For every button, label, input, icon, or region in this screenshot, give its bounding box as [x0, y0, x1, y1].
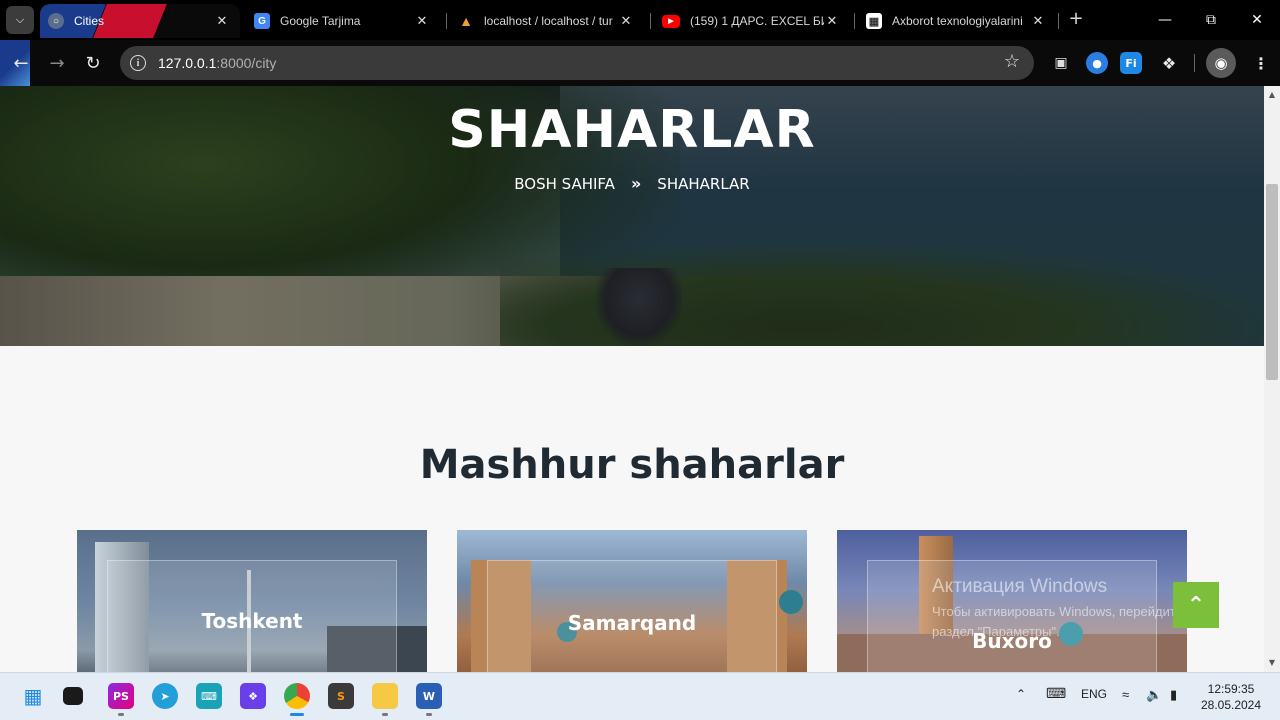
tab-search-button[interactable]: ⌵ [6, 6, 34, 34]
language-indicator[interactable]: ENG [1081, 687, 1107, 701]
chrome-icon[interactable] [284, 683, 310, 709]
city-card-toshkent[interactable]: Toshkent [77, 530, 427, 672]
windows-taskbar: ▦ PS ➤ ⌨ ❖ S W ⌃ ⌨ ENG ≈ 🔈 ▮ 12:59:35 28… [0, 672, 1280, 720]
tab-google-tarjima[interactable]: G Google Tarjima ✕ [244, 4, 440, 38]
hero-banner: SHAHARLAR BOSH SAHIFA » SHAHARLAR [0, 86, 1264, 346]
tab-axborot[interactable]: ▦ Axborot texnologiyalarini ✕ [856, 4, 1056, 38]
tab-cities[interactable]: ○ Cities ✕ [40, 4, 240, 38]
google-translate-icon: G [254, 13, 270, 29]
keyboard-icon[interactable]: ⌨ [1046, 685, 1066, 702]
scroll-up-arrow-icon[interactable]: ▲ [1267, 90, 1277, 99]
window-close-button[interactable]: ✕ [1234, 0, 1280, 40]
breadcrumb: BOSH SAHIFA » SHAHARLAR [0, 174, 1264, 193]
bookmark-star-icon[interactable]: ☆ [1004, 51, 1020, 72]
vscode-like-icon[interactable]: ❖ [240, 683, 266, 709]
tab-separator [1058, 13, 1059, 29]
volume-icon[interactable]: 🔈 [1146, 687, 1162, 703]
scrollbar-thumb[interactable] [1266, 184, 1278, 380]
wifi-icon[interactable]: ≈ [1122, 687, 1129, 702]
city-label-box: Toshkent [107, 560, 397, 672]
sublime-text-icon[interactable]: S [328, 683, 354, 709]
tab-separator [446, 13, 447, 29]
windows-start-icon[interactable]: ▦ [20, 683, 46, 709]
browser-tab-strip: ⌵ ○ Cities ✕ G Google Tarjima ✕ ▲ localh… [0, 0, 1280, 40]
menu-kebab-icon[interactable]: ⋮ [1250, 52, 1272, 74]
system-clock[interactable]: 12:59:35 28.05.2024 [1198, 681, 1264, 713]
url-path: :8000/city [216, 55, 277, 71]
back-button[interactable]: ← [8, 50, 34, 76]
word-icon[interactable]: W [416, 683, 442, 709]
telegram-icon[interactable]: ➤ [152, 683, 178, 709]
chevron-up-icon[interactable]: ⌃ [1016, 687, 1026, 701]
fi-extension-icon[interactable]: Fi [1120, 52, 1142, 74]
tab-youtube[interactable]: ▶ (159) 1 ДАРС. EXCEL БИЛ ✕ [652, 4, 850, 38]
tab-separator [650, 13, 651, 29]
city-card-samarqand[interactable]: Samarqand [457, 530, 807, 672]
page-title: SHAHARLAR [448, 100, 816, 160]
scroll-to-top-button[interactable]: ⌃ [1173, 582, 1219, 628]
forward-button[interactable]: → [44, 50, 70, 76]
running-indicator [290, 713, 304, 716]
city-name: Samarqand [567, 611, 697, 635]
profile-avatar[interactable]: ◉ [1206, 48, 1236, 78]
close-icon[interactable]: ✕ [214, 13, 230, 29]
running-indicator [382, 713, 388, 716]
circle-extension-icon[interactable]: ● [1086, 52, 1108, 74]
tab-separator [854, 13, 855, 29]
phpmyadmin-icon: ▲ [459, 13, 473, 29]
toolbar-divider [1194, 54, 1195, 72]
clock-date: 28.05.2024 [1200, 698, 1262, 712]
close-icon[interactable]: ✕ [414, 13, 430, 29]
close-icon[interactable]: ✕ [824, 13, 840, 29]
tab-title: Google Tarjima [280, 14, 361, 28]
camera-extension-icon[interactable]: ▣ [1050, 52, 1072, 74]
scroll-down-arrow-icon[interactable]: ▼ [1267, 658, 1277, 667]
file-explorer-icon[interactable] [372, 683, 398, 709]
phpstorm-icon[interactable]: PS [108, 683, 134, 709]
site-info-icon[interactable]: i [130, 55, 146, 71]
close-icon[interactable]: ✕ [618, 13, 634, 29]
new-tab-button[interactable]: + [1066, 8, 1086, 32]
reload-icon: ↻ [85, 52, 101, 74]
address-bar[interactable]: i 127.0.0.1:8000/city ☆ [120, 46, 1034, 80]
double-chevron-right-icon: » [630, 174, 642, 193]
tab-title: Cities [74, 14, 105, 28]
running-indicator [426, 713, 432, 716]
url-text: 127.0.0.1:8000/city [158, 55, 276, 71]
minimize-button[interactable]: — [1142, 0, 1188, 40]
activation-text-line-1: Чтобы активировать Windows, перейдите в [932, 604, 1194, 619]
clock-time: 12:59:35 [1207, 682, 1255, 696]
page-scrollbar[interactable]: ▲ ▼ [1264, 86, 1280, 672]
tab-localhost[interactable]: ▲ localhost / localhost / tur ✕ [448, 4, 644, 38]
restore-button[interactable]: ⧉ [1188, 0, 1234, 40]
puzzle-extensions-icon[interactable]: ❖ [1158, 52, 1180, 74]
city-label-box: Samarqand [487, 560, 777, 672]
double-chevron-up-icon: ⌃ [1186, 592, 1206, 618]
close-icon[interactable]: ✕ [1030, 13, 1046, 29]
activation-text-line-2: раздел "Параметры". [932, 624, 1060, 639]
arrow-left-icon: ← [13, 52, 29, 74]
chevron-down-icon: ⌵ [15, 13, 25, 26]
arrow-right-icon: → [49, 52, 65, 74]
section-title: Mashhur shaharlar [419, 442, 845, 488]
breadcrumb-current: SHAHARLAR [657, 174, 750, 193]
browser-toolbar: ← → ↻ i 127.0.0.1:8000/city ☆ ▣ ● Fi ❖ ◉… [0, 40, 1280, 86]
reload-button[interactable]: ↻ [80, 50, 106, 76]
city-name: Toshkent [201, 609, 303, 633]
tab-title: Axborot texnologiyalarini [892, 14, 1023, 28]
task-view-icon[interactable] [63, 687, 83, 705]
breadcrumb-home-link[interactable]: BOSH SAHIFA [514, 175, 615, 193]
tab-title: (159) 1 ДАРС. EXCEL БИЛ [690, 14, 824, 28]
building-icon: ▦ [866, 13, 882, 29]
youtube-icon: ▶ [662, 14, 680, 28]
windows-activation-watermark: Активация Windows Чтобы активировать Win… [932, 576, 1193, 642]
page-content: SHAHARLAR BOSH SAHIFA » SHAHARLAR Mashhu… [0, 86, 1264, 672]
keyboard-app-icon[interactable]: ⌨ [196, 683, 222, 709]
activation-title: Активация Windows [932, 576, 1108, 597]
running-indicator [118, 713, 124, 716]
tab-title: localhost / localhost / tur [484, 14, 613, 28]
battery-icon[interactable]: ▮ [1170, 687, 1177, 703]
url-host: 127.0.0.1 [158, 55, 217, 71]
globe-icon: ○ [48, 13, 64, 29]
